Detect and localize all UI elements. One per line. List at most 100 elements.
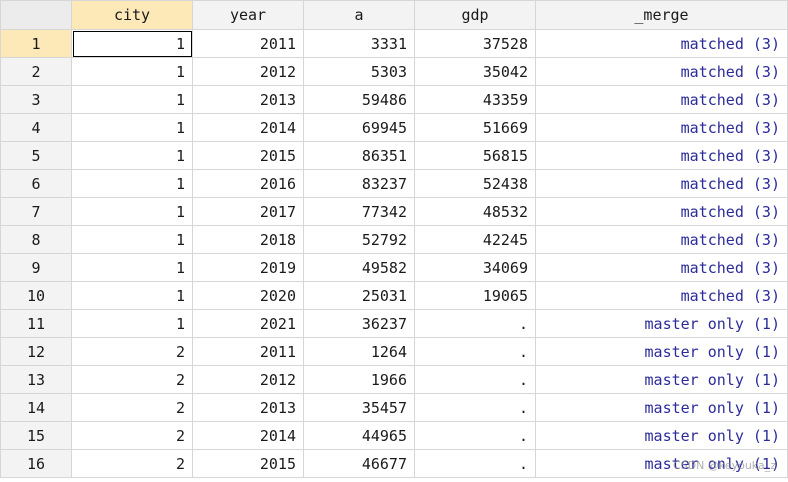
cell-a[interactable]: 1264 (303, 337, 415, 366)
column-header-merge[interactable]: _merge (535, 0, 788, 30)
row-number[interactable]: 14 (0, 393, 72, 422)
row-number[interactable]: 5 (0, 141, 72, 170)
cell-a[interactable]: 5303 (303, 57, 415, 86)
row-number[interactable]: 16 (0, 449, 72, 478)
cell-city[interactable]: 2 (71, 393, 193, 422)
cell-merge[interactable]: matched (3) (535, 85, 788, 114)
cell-city[interactable]: 1 (71, 197, 193, 226)
cell-merge[interactable]: master only (1) (535, 309, 788, 338)
corner-cell[interactable] (0, 0, 72, 30)
cell-city[interactable]: 2 (71, 421, 193, 450)
cell-a[interactable]: 86351 (303, 141, 415, 170)
row-number[interactable]: 6 (0, 169, 72, 198)
row-number[interactable]: 7 (0, 197, 72, 226)
cell-a[interactable]: 69945 (303, 113, 415, 142)
cell-gdp[interactable]: 35042 (414, 57, 536, 86)
cell-gdp[interactable]: 48532 (414, 197, 536, 226)
cell-a[interactable]: 59486 (303, 85, 415, 114)
row-number[interactable]: 4 (0, 113, 72, 142)
cell-a[interactable]: 83237 (303, 169, 415, 198)
cell-a[interactable]: 49582 (303, 253, 415, 282)
cell-year[interactable]: 2014 (192, 421, 304, 450)
cell-year[interactable]: 2011 (192, 29, 304, 58)
cell-merge[interactable]: matched (3) (535, 29, 788, 58)
cell-gdp[interactable]: 34069 (414, 253, 536, 282)
cell-a[interactable]: 52792 (303, 225, 415, 254)
cell-gdp[interactable]: 43359 (414, 85, 536, 114)
cell-city[interactable]: 1 (71, 141, 193, 170)
cell-year[interactable]: 2020 (192, 281, 304, 310)
cell-a[interactable]: 3331 (303, 29, 415, 58)
column-header-gdp[interactable]: gdp (414, 0, 536, 30)
cell-year[interactable]: 2012 (192, 365, 304, 394)
cell-year[interactable]: 2013 (192, 85, 304, 114)
cell-gdp[interactable]: . (414, 421, 536, 450)
cell-city[interactable]: 2 (71, 337, 193, 366)
cell-merge[interactable]: matched (3) (535, 197, 788, 226)
cell-merge[interactable]: matched (3) (535, 57, 788, 86)
column-header-year[interactable]: year (192, 0, 304, 30)
cell-year[interactable]: 2018 (192, 225, 304, 254)
cell-merge[interactable]: master only (1) (535, 337, 788, 366)
cell-gdp[interactable]: 37528 (414, 29, 536, 58)
cell-city[interactable]: 1 (71, 85, 193, 114)
cell-merge[interactable]: matched (3) (535, 281, 788, 310)
cell-city[interactable]: 1 (71, 309, 193, 338)
cell-city[interactable]: 1 (71, 29, 193, 58)
column-header-city[interactable]: city (71, 0, 193, 30)
cell-a[interactable]: 1966 (303, 365, 415, 394)
cell-city[interactable]: 2 (71, 449, 193, 478)
cell-gdp[interactable]: . (414, 337, 536, 366)
cell-a[interactable]: 77342 (303, 197, 415, 226)
cell-merge[interactable]: master only (1) (535, 365, 788, 394)
cell-merge[interactable]: master only (1) (535, 449, 788, 478)
cell-a[interactable]: 36237 (303, 309, 415, 338)
cell-a[interactable]: 25031 (303, 281, 415, 310)
cell-gdp[interactable]: . (414, 449, 536, 478)
row-number[interactable]: 1 (0, 29, 72, 58)
cell-merge[interactable]: matched (3) (535, 225, 788, 254)
cell-city[interactable]: 2 (71, 365, 193, 394)
cell-city[interactable]: 1 (71, 281, 193, 310)
cell-merge[interactable]: matched (3) (535, 253, 788, 282)
cell-gdp[interactable]: . (414, 393, 536, 422)
cell-gdp[interactable]: 19065 (414, 281, 536, 310)
row-number[interactable]: 10 (0, 281, 72, 310)
cell-merge[interactable]: master only (1) (535, 393, 788, 422)
cell-year[interactable]: 2011 (192, 337, 304, 366)
cell-merge[interactable]: matched (3) (535, 169, 788, 198)
row-number[interactable]: 2 (0, 57, 72, 86)
cell-year[interactable]: 2014 (192, 113, 304, 142)
cell-a[interactable]: 35457 (303, 393, 415, 422)
cell-year[interactable]: 2019 (192, 253, 304, 282)
row-number[interactable]: 15 (0, 421, 72, 450)
cell-year[interactable]: 2013 (192, 393, 304, 422)
cell-city[interactable]: 1 (71, 113, 193, 142)
cell-merge[interactable]: matched (3) (535, 141, 788, 170)
cell-gdp[interactable]: 42245 (414, 225, 536, 254)
row-number[interactable]: 3 (0, 85, 72, 114)
cell-gdp[interactable]: 56815 (414, 141, 536, 170)
cell-a[interactable]: 46677 (303, 449, 415, 478)
cell-merge[interactable]: master only (1) (535, 421, 788, 450)
cell-year[interactable]: 2015 (192, 141, 304, 170)
cell-year[interactable]: 2015 (192, 449, 304, 478)
column-header-a[interactable]: a (303, 0, 415, 30)
cell-gdp[interactable]: . (414, 365, 536, 394)
row-number[interactable]: 8 (0, 225, 72, 254)
row-number[interactable]: 12 (0, 337, 72, 366)
cell-gdp[interactable]: 52438 (414, 169, 536, 198)
cell-a[interactable]: 44965 (303, 421, 415, 450)
cell-merge[interactable]: matched (3) (535, 113, 788, 142)
cell-city[interactable]: 1 (71, 169, 193, 198)
cell-gdp[interactable]: 51669 (414, 113, 536, 142)
cell-year[interactable]: 2021 (192, 309, 304, 338)
cell-city[interactable]: 1 (71, 57, 193, 86)
cell-gdp[interactable]: . (414, 309, 536, 338)
cell-year[interactable]: 2017 (192, 197, 304, 226)
row-number[interactable]: 13 (0, 365, 72, 394)
row-number[interactable]: 11 (0, 309, 72, 338)
row-number[interactable]: 9 (0, 253, 72, 282)
cell-year[interactable]: 2016 (192, 169, 304, 198)
cell-city[interactable]: 1 (71, 225, 193, 254)
